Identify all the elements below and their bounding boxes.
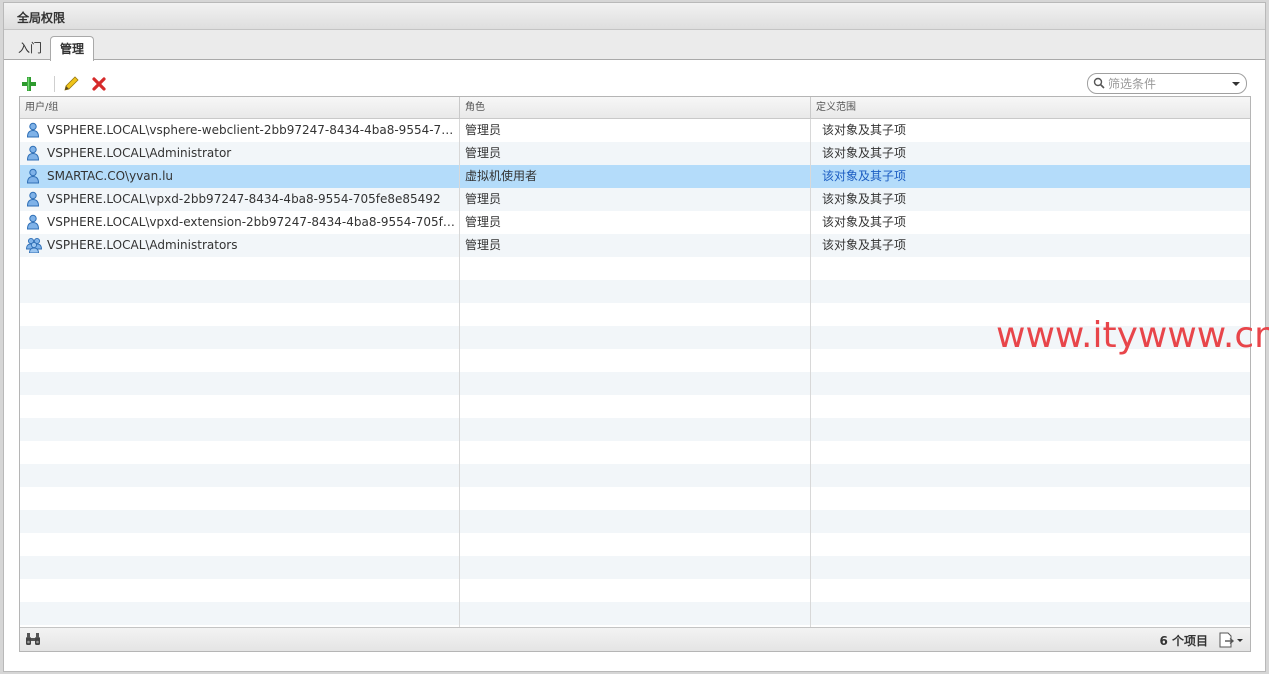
tab-manage[interactable]: 管理	[50, 36, 94, 61]
close-icon[interactable]	[90, 75, 108, 93]
cell-user: VSPHERE.LOCAL\Administrators	[47, 238, 238, 252]
page-title: 全局权限	[17, 11, 66, 25]
toolbar	[20, 75, 120, 95]
user-icon	[26, 145, 40, 161]
table-row-selected[interactable]: SMARTAC.CO\yvan.lu 虚拟机使用者 该对象及其子项	[20, 165, 1250, 188]
cell-scope: 该对象及其子项	[822, 146, 907, 160]
cell-user: VSPHERE.LOCAL\vpxd-extension-2bb97247-84…	[47, 215, 457, 229]
grid-footer: 6 个项目	[20, 627, 1250, 651]
tab-strip: 入门 管理	[4, 30, 1265, 61]
empty-row	[20, 487, 1250, 510]
empty-row	[20, 280, 1250, 303]
grid-header: 用户/组 角色 定义范围	[20, 97, 1250, 119]
title-bar: 全局权限	[4, 3, 1265, 30]
pencil-icon[interactable]	[62, 75, 80, 93]
table-row[interactable]: VSPHERE.LOCAL\vsphere-webclient-2bb97247…	[20, 119, 1250, 142]
column-divider	[810, 119, 811, 628]
cell-scope: 该对象及其子项	[822, 192, 907, 206]
watermark-text: www.itywww.cn	[996, 315, 1269, 356]
cell-user: VSPHERE.LOCAL\vpxd-2bb97247-8434-4ba8-95…	[47, 192, 441, 206]
global-permissions-panel: 全局权限 入门 管理 筛选条件 用户/组 角色 定义范围 VSPHERE.LOC…	[3, 2, 1269, 672]
cell-scope: 该对象及其子项	[822, 123, 907, 137]
empty-row	[20, 418, 1250, 441]
column-divider	[459, 119, 460, 628]
table-row[interactable]: VSPHERE.LOCAL\Administrators 管理员 该对象及其子项	[20, 234, 1250, 257]
cell-user: VSPHERE.LOCAL\Administrator	[47, 146, 232, 160]
empty-row	[20, 602, 1250, 625]
column-header-user-group[interactable]: 用户/组	[20, 97, 460, 119]
user-icon	[26, 214, 40, 230]
column-header-role[interactable]: 角色	[460, 97, 811, 119]
cell-user: VSPHERE.LOCAL\vsphere-webclient-2bb97247…	[47, 123, 457, 137]
cell-user: SMARTAC.CO\yvan.lu	[47, 169, 174, 183]
table-row[interactable]: VSPHERE.LOCAL\vpxd-2bb97247-8434-4ba8-95…	[20, 188, 1250, 211]
permissions-grid: 用户/组 角色 定义范围 VSPHERE.LOCAL\vsphere-webcl…	[19, 96, 1251, 652]
filter-field[interactable]	[1087, 73, 1247, 94]
empty-row	[20, 395, 1250, 418]
chevron-down-icon[interactable]	[1232, 82, 1240, 86]
grid-body: VSPHERE.LOCAL\vsphere-webclient-2bb97247…	[20, 119, 1250, 628]
user-icon	[26, 191, 40, 207]
export-button[interactable]	[1216, 631, 1246, 649]
cell-role: 管理员	[465, 238, 502, 252]
cell-scope: 该对象及其子项	[822, 169, 907, 183]
toolbar-separator	[54, 76, 55, 92]
cell-scope: 该对象及其子项	[822, 215, 907, 229]
cell-role: 管理员	[465, 215, 502, 229]
empty-row	[20, 257, 1250, 280]
empty-row	[20, 372, 1250, 395]
empty-row	[20, 533, 1250, 556]
empty-row	[20, 579, 1250, 602]
table-row[interactable]: VSPHERE.LOCAL\Administrator 管理员 该对象及其子项	[20, 142, 1250, 165]
empty-row	[20, 441, 1250, 464]
tab-getting-started[interactable]: 入门	[12, 36, 48, 60]
empty-row	[20, 464, 1250, 487]
cell-role: 虚拟机使用者	[465, 169, 538, 183]
empty-row	[20, 510, 1250, 533]
cell-role: 管理员	[465, 146, 502, 160]
binoculars-icon[interactable]	[25, 632, 41, 646]
user-icon	[26, 122, 40, 138]
cell-role: 管理员	[465, 123, 502, 137]
column-header-scope[interactable]: 定义范围	[811, 97, 1250, 119]
search-icon	[1093, 77, 1105, 89]
filter-input[interactable]	[1108, 76, 1218, 91]
cell-role: 管理员	[465, 192, 502, 206]
cell-scope: 该对象及其子项	[822, 238, 907, 252]
table-row[interactable]: VSPHERE.LOCAL\vpxd-extension-2bb97247-84…	[20, 211, 1250, 234]
user-icon	[26, 168, 40, 184]
group-icon	[26, 237, 42, 254]
item-count: 6 个项目	[1159, 634, 1208, 648]
empty-row	[20, 556, 1250, 579]
plus-icon[interactable]	[20, 75, 38, 93]
